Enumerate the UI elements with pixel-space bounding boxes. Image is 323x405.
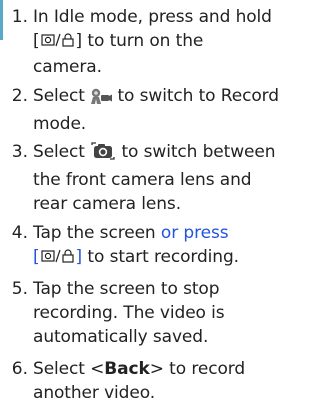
step-text: Tap the screen or press [ ] to start rec… xyxy=(33,221,321,271)
step-text: In Idle mode, press and hold [ ] to turn… xyxy=(33,5,321,79)
step-line-pre: Tap the screen xyxy=(33,223,161,243)
camera-key: [ ] xyxy=(33,247,82,267)
step-text: Select to switch to Record mode. xyxy=(33,84,321,136)
step-line: mode. xyxy=(33,114,87,134)
step-line: automatically saved. xyxy=(33,327,209,347)
step-number: 1. xyxy=(11,7,28,27)
step-text: Select <Back> to record another video. xyxy=(33,357,321,405)
step-line-tail: to start recording. xyxy=(82,247,239,267)
step-line-pre: Select xyxy=(33,86,91,106)
step-number: 5. xyxy=(11,279,28,299)
step-line-pre: Select xyxy=(33,142,91,162)
switch-camera-icon xyxy=(90,141,116,168)
step-line-tail: to turn on the xyxy=(82,31,204,51)
camera-lock-key-icon xyxy=(40,31,76,55)
step-line: rear camera lens. xyxy=(33,194,181,214)
camcorder-mode-icon xyxy=(90,87,113,112)
page-edge-marker xyxy=(0,0,3,40)
step-text: Select to switch between the front camer… xyxy=(33,140,321,216)
step-line: Tap the screen to stop xyxy=(33,279,220,299)
step-line-post: to switch between xyxy=(116,142,276,162)
step-line-post: > to record xyxy=(149,359,246,379)
step-line: recording. The video is xyxy=(33,303,225,323)
step-line-post: to switch to Record xyxy=(112,86,279,106)
camera-key: [ ] xyxy=(33,31,82,51)
back-label: Back xyxy=(104,359,150,379)
step-line: another video. xyxy=(33,383,156,403)
camera-lock-key-icon xyxy=(40,247,76,271)
step-line-pre: Select < xyxy=(33,359,105,379)
step-number: 3. xyxy=(11,142,28,162)
step-number: 6. xyxy=(11,359,28,379)
or-press-text: or press xyxy=(160,223,229,243)
step-line: the front camera lens and xyxy=(33,170,252,190)
step-number: 2. xyxy=(11,86,28,106)
step-number: 4. xyxy=(11,223,28,243)
step-text: Tap the screen to stop recording. The vi… xyxy=(33,277,321,349)
step-line: In Idle mode, press and hold xyxy=(33,7,272,27)
step-line: camera. xyxy=(33,57,102,77)
